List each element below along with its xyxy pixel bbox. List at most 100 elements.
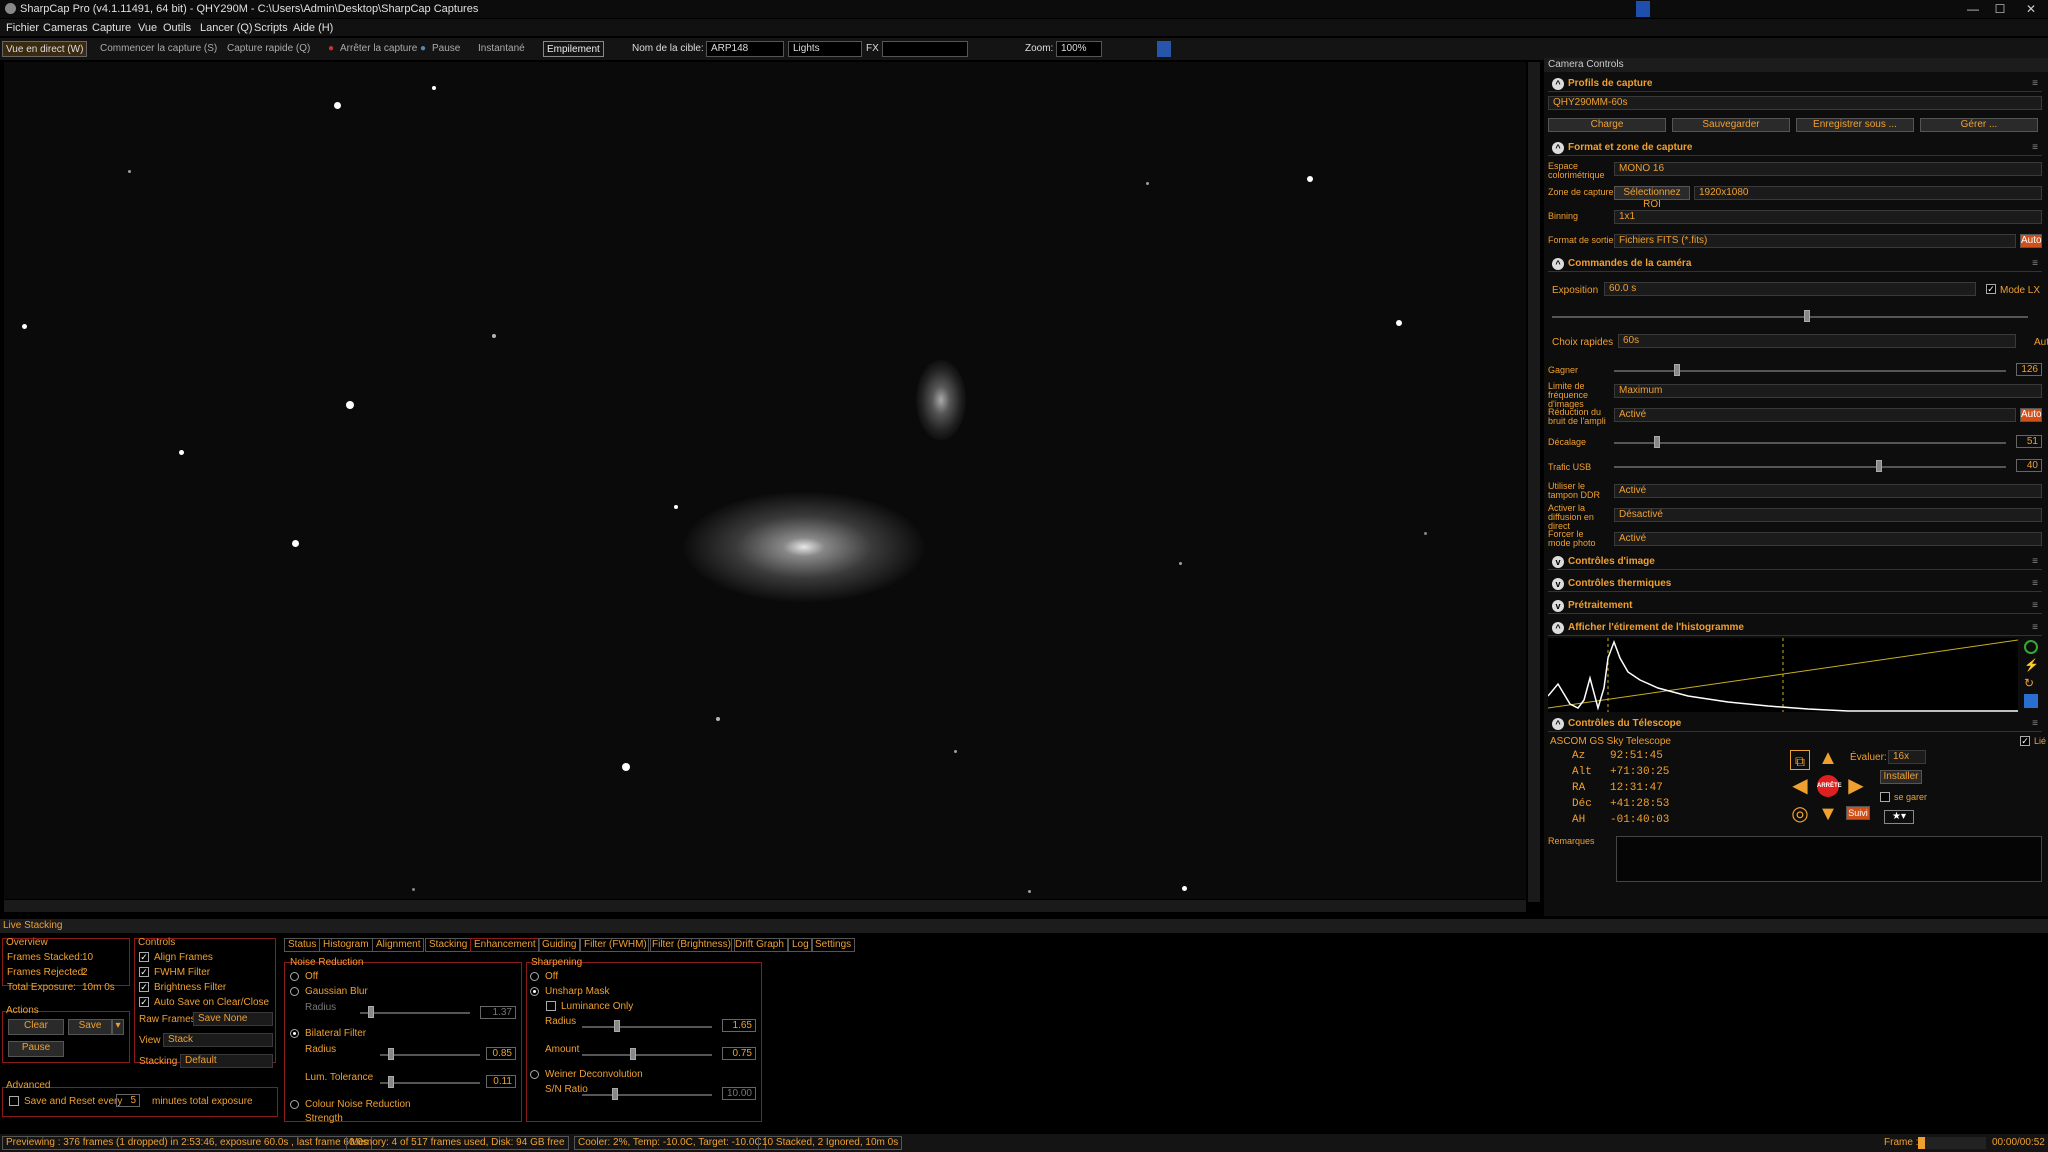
bilateral-radius-value[interactable]: 0.85 (486, 1047, 516, 1060)
tab-enhancement[interactable]: Enhancement (470, 938, 540, 952)
zoom-select[interactable]: 100% (1056, 41, 1102, 57)
snapshot-button[interactable]: Instantané (478, 41, 525, 57)
minimize-button[interactable]: — (1960, 1, 1986, 17)
menu-cameras[interactable]: Cameras (43, 22, 88, 34)
offset-slider-knob[interactable] (1654, 436, 1660, 448)
tab-log[interactable]: Log (788, 938, 813, 952)
histogram-info-icon[interactable] (2024, 640, 2038, 654)
park-checkbox[interactable] (1880, 792, 1890, 802)
menu-tools[interactable]: Outils (163, 22, 191, 34)
lum-tolerance-knob[interactable] (388, 1076, 394, 1088)
notes-textarea[interactable] (1616, 836, 2042, 882)
tab-filter-fwhm[interactable]: Filter (FWHM) (580, 938, 651, 952)
target-icon[interactable]: ◎ (1790, 804, 1810, 824)
tab-settings[interactable]: Settings (811, 938, 856, 952)
sharpen-radius-knob[interactable] (614, 1020, 620, 1032)
brightness-filter-checkbox[interactable]: ✓ (139, 982, 149, 992)
gaussian-radius-knob[interactable] (368, 1006, 374, 1018)
output-format-select[interactable]: Fichiers FITS (*.fits) (1614, 234, 2016, 248)
ddr-select[interactable]: Activé (1614, 484, 2042, 498)
section-telescope[interactable]: ^ Contrôles du Télescope ≡ (1548, 716, 2042, 732)
save-profile-button[interactable]: Sauvegarder (1672, 118, 1790, 132)
pause-stack-button[interactable]: Pause (8, 1041, 64, 1057)
tab-guiding[interactable]: Guiding (538, 938, 581, 952)
sync-icon[interactable]: ⧉ (1790, 750, 1810, 770)
star-select-icon[interactable]: ★▾ (1884, 810, 1914, 824)
usb-traffic-value[interactable]: 40 (2016, 459, 2042, 472)
install-button[interactable]: Installer (1880, 770, 1922, 784)
arrow-up-icon[interactable]: ▲ (1818, 748, 1838, 768)
weiner-radio[interactable] (530, 1070, 539, 1079)
arrow-right-icon[interactable]: ▶ (1846, 776, 1866, 796)
output-auto-button[interactable]: Auto (2020, 234, 2042, 248)
stacking-select[interactable]: Default (180, 1054, 273, 1068)
align-frames-checkbox[interactable]: ✓ (139, 952, 149, 962)
quick-choice-select[interactable]: 60s (1618, 334, 2016, 348)
tab-stacking[interactable]: Stacking (425, 938, 472, 952)
arrow-down-icon[interactable]: ▼ (1818, 804, 1838, 824)
histogram-reset-icon[interactable]: ↻ (2024, 676, 2038, 690)
section-thermal-controls[interactable]: v Contrôles thermiques ≡ (1548, 576, 2042, 592)
amp-noise-select[interactable]: Activé (1614, 408, 2016, 422)
tab-alignment[interactable]: Alignment (372, 938, 425, 952)
menu-file[interactable]: Fichier (6, 22, 39, 34)
luminance-only-checkbox[interactable] (546, 1001, 556, 1011)
section-camera[interactable]: ^ Commandes de la caméra ≡ (1548, 256, 2042, 272)
histogram-lightning-icon[interactable]: ⚡ (2024, 658, 2039, 672)
tracking-button[interactable]: Suivi (1846, 806, 1870, 820)
snr-slider[interactable] (582, 1094, 712, 1096)
unsharp-mask-radio[interactable] (530, 987, 539, 996)
histogram-save-icon[interactable] (2024, 694, 2038, 708)
viewer-horizontal-scrollbar[interactable] (4, 900, 1526, 912)
manage-profiles-button[interactable]: Gérer ... (1920, 118, 2038, 132)
gain-slider[interactable] (1614, 370, 2006, 372)
menu-help[interactable]: Aide (H) (293, 22, 333, 34)
profile-select[interactable]: QHY290MM-60s (1548, 96, 2042, 110)
section-format[interactable]: ^ Format et zone de capture ≡ (1548, 140, 2042, 156)
fx-select[interactable] (882, 41, 968, 57)
save-as-profile-button[interactable]: Enregistrer sous ... (1796, 118, 1914, 132)
snr-knob[interactable] (612, 1088, 618, 1100)
auto-save-checkbox[interactable]: ✓ (139, 997, 149, 1007)
gain-slider-knob[interactable] (1674, 364, 1680, 376)
offset-slider[interactable] (1614, 442, 2006, 444)
save-dropdown-icon[interactable]: ▾ (112, 1019, 124, 1035)
stop-capture-button[interactable]: Arrêter la capture (340, 41, 417, 57)
rate-select[interactable]: 16x (1888, 750, 1926, 764)
bilateral-filter-radio[interactable] (290, 1029, 299, 1038)
arrow-left-icon[interactable]: ◀ (1790, 776, 1810, 796)
sharpen-off-radio[interactable] (530, 972, 539, 981)
menu-capture[interactable]: Capture (92, 22, 131, 34)
menu-view[interactable]: Vue (138, 22, 157, 34)
image-viewer[interactable] (4, 62, 1526, 899)
live-view-button[interactable]: Vue en direct (W) (2, 41, 88, 57)
target-name-input[interactable]: ARP148 (706, 41, 784, 57)
menu-scripts[interactable]: Scripts (254, 22, 288, 34)
sharpen-radius-value[interactable]: 1.65 (722, 1019, 756, 1032)
gaussian-radius-value[interactable]: 1.37 (480, 1006, 516, 1019)
amp-auto-button[interactable]: Auto (2020, 408, 2042, 422)
crosshair-icon[interactable] (1157, 41, 1171, 57)
exposure-input[interactable]: 60.0 s (1604, 282, 1976, 296)
gain-value[interactable]: 126 (2016, 363, 2042, 376)
photo-mode-select[interactable]: Activé (1614, 532, 2042, 546)
save-reset-minutes[interactable]: 5 (116, 1094, 140, 1107)
tab-drift-graph[interactable]: Drift Graph (731, 938, 788, 952)
gaussian-blur-radio[interactable] (290, 987, 299, 996)
section-preprocessing[interactable]: v Prétraitement ≡ (1548, 598, 2042, 614)
stacking-button[interactable]: Empilement (543, 41, 604, 57)
app-badge-icon[interactable] (1636, 1, 1650, 17)
frame-type-select[interactable]: Lights (788, 41, 862, 57)
pause-button[interactable]: Pause (432, 41, 460, 57)
sharpen-radius-slider[interactable] (582, 1026, 712, 1028)
colorspace-select[interactable]: MONO 16 (1614, 162, 2042, 176)
close-button[interactable]: ✕ (2018, 1, 2044, 17)
binning-select[interactable]: 1x1 (1614, 210, 2042, 224)
raw-frames-select[interactable]: Save None (193, 1012, 273, 1026)
section-image-controls[interactable]: v Contrôles d'image ≡ (1548, 554, 2042, 570)
fps-limit-select[interactable]: Maximum (1614, 384, 2042, 398)
lum-tolerance-value[interactable]: 0.11 (486, 1075, 516, 1088)
lum-tolerance-slider[interactable] (380, 1082, 480, 1084)
histogram-chart[interactable] (1548, 638, 2018, 712)
start-capture-button[interactable]: Commencer la capture (S) (100, 41, 217, 57)
